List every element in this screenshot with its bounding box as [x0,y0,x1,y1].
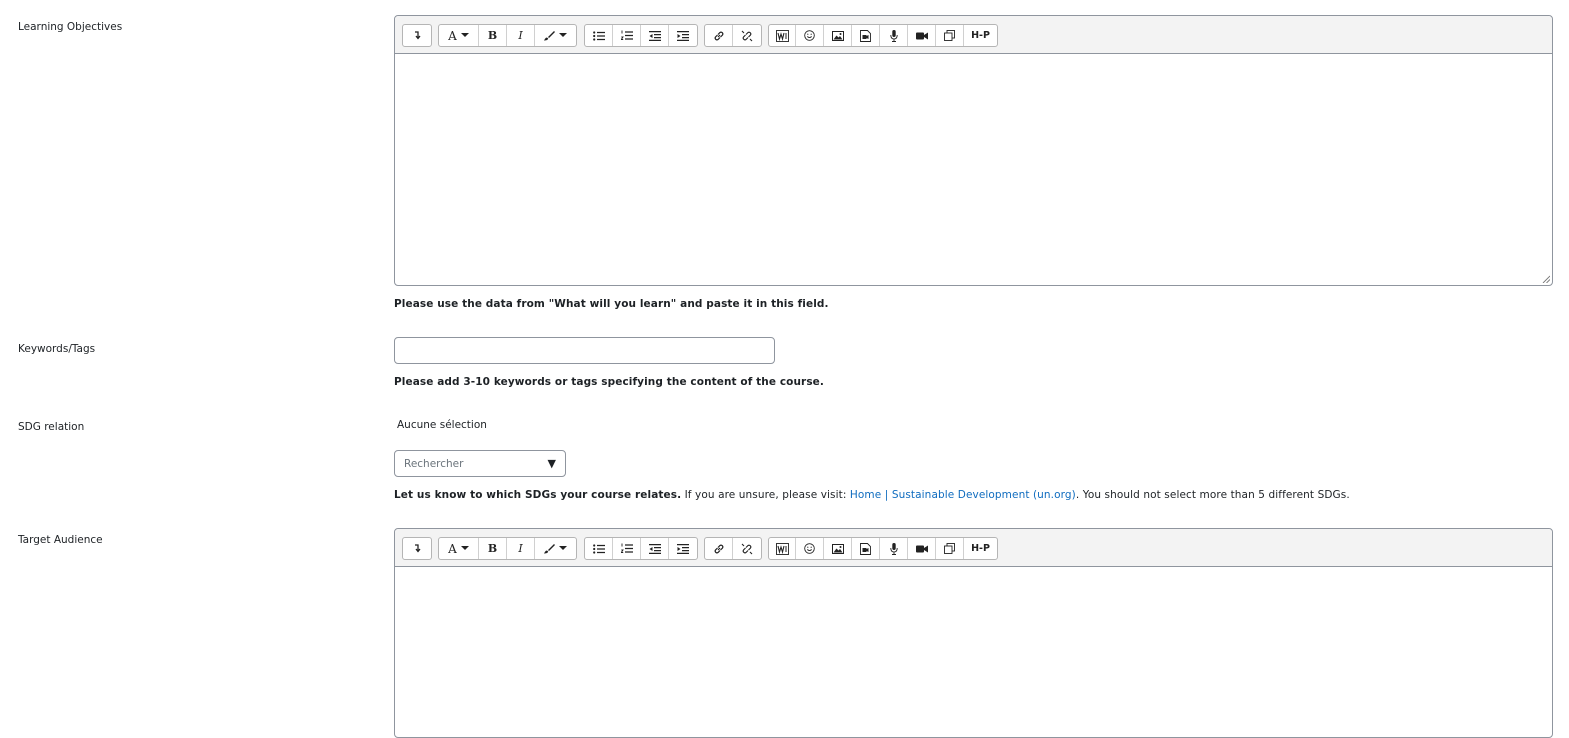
video-icon[interactable] [908,538,936,559]
h5p-icon[interactable]: H-P [964,538,997,559]
sdg-search-select[interactable]: Rechercher ▼ [394,450,566,477]
font-icon[interactable]: A [439,25,479,46]
ordered-list-icon[interactable] [613,538,641,559]
learning-objectives-label: Learning Objectives [18,21,123,33]
target-audience-editor: A B I H-P [394,528,1553,738]
sdg-help: Let us know to which SDGs your course re… [394,489,1350,501]
keywords-input[interactable] [394,337,775,364]
bold-icon[interactable]: B [479,25,507,46]
sdg-help-bold: Let us know to which SDGs your course re… [394,489,682,501]
target-audience-content-area[interactable] [395,567,1552,737]
microphone-icon[interactable] [880,25,908,46]
word-icon[interactable] [769,538,796,559]
outdent-icon[interactable] [669,25,697,46]
learning-objectives-content-area[interactable] [395,54,1552,285]
microphone-icon[interactable] [880,538,908,559]
emoji-icon[interactable] [796,538,824,559]
bold-icon[interactable]: B [479,538,507,559]
toggle-icon[interactable] [403,25,431,46]
learning-objectives-editor: A B I H-P [394,15,1553,286]
link-icon[interactable] [705,25,733,46]
keywords-label: Keywords/Tags [18,343,96,355]
h5p-icon[interactable]: H-P [964,25,997,46]
image-icon[interactable] [824,538,852,559]
video-icon[interactable] [908,25,936,46]
italic-icon[interactable]: I [507,538,535,559]
outdent-icon[interactable] [669,538,697,559]
keywords-help: Please add 3-10 keywords or tags specify… [394,376,824,388]
brush-icon[interactable] [535,25,576,46]
toggle-icon[interactable] [403,538,431,559]
sdg-help-link[interactable]: Home | Sustainable Development (un.org) [850,489,1076,501]
resize-handle-icon[interactable] [1542,275,1550,283]
unlink-icon[interactable] [733,25,761,46]
media-icon[interactable] [852,538,880,559]
ordered-list-icon[interactable] [613,25,641,46]
media-icon[interactable] [852,25,880,46]
editor-toolbar: A B I H-P [395,16,1552,54]
indent-icon[interactable] [641,538,669,559]
sdg-selection-status: Aucune sélection [397,419,487,431]
font-icon[interactable]: A [439,538,479,559]
sdg-relation-label: SDG relation [18,421,85,433]
word-icon[interactable] [769,25,796,46]
italic-icon[interactable]: I [507,25,535,46]
learning-objectives-help: Please use the data from "What will you … [394,298,829,310]
target-audience-label: Target Audience [18,534,103,546]
caret-down-icon: ▼ [547,457,556,470]
brush-icon[interactable] [535,538,576,559]
sdg-help-text-end: . You should not select more than 5 diff… [1075,489,1350,501]
image-icon[interactable] [824,25,852,46]
link-icon[interactable] [705,538,733,559]
unordered-list-icon[interactable] [585,538,613,559]
indent-icon[interactable] [641,25,669,46]
emoji-icon[interactable] [796,25,824,46]
copy-icon[interactable] [936,25,964,46]
sdg-search-placeholder: Rechercher [404,458,464,470]
editor-toolbar: A B I H-P [395,529,1552,567]
unordered-list-icon[interactable] [585,25,613,46]
copy-icon[interactable] [936,538,964,559]
sdg-help-text: If you are unsure, please visit: [681,489,850,501]
unlink-icon[interactable] [733,538,761,559]
